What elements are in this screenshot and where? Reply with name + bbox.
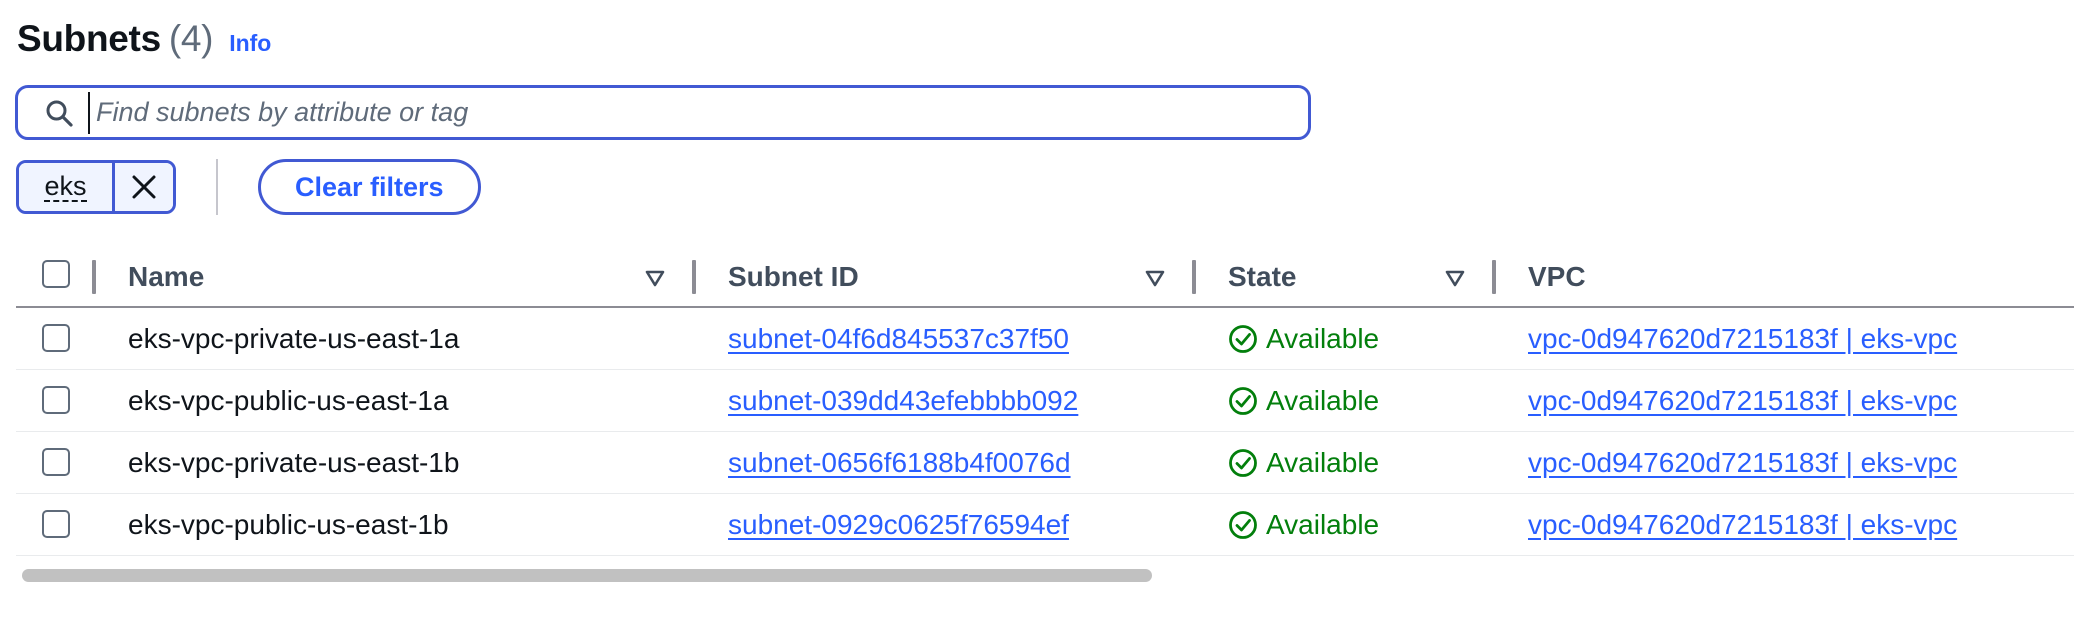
column-header-label: Subnet ID (728, 261, 859, 292)
clear-filters-button[interactable]: Clear filters (258, 159, 481, 215)
column-resizer[interactable] (1192, 260, 1196, 294)
status-text: Available (1266, 322, 1380, 354)
subnets-page: Subnets(4) Info eks Clear fil (0, 0, 2074, 620)
filter-token-group: eks Clear filters (16, 159, 481, 215)
caret-down-filled-icon[interactable] (1444, 267, 1466, 289)
vpc-link[interactable]: vpc-0d947620d7215183f | eks-vpc (1528, 447, 1957, 479)
caret-down-filled-icon[interactable] (1144, 267, 1166, 289)
row-select-checkbox[interactable] (42, 448, 70, 476)
row-select-checkbox[interactable] (42, 324, 70, 352)
filter-token-text: eks (44, 171, 87, 202)
column-header-state[interactable]: State (1228, 248, 1296, 306)
status-badge: Available (1228, 509, 1379, 541)
status-text: Available (1266, 508, 1380, 540)
subnet-id-link[interactable]: subnet-04f6d845537c37f50 (728, 323, 1069, 355)
column-header-vpc[interactable]: VPC (1528, 248, 1586, 306)
status-badge: Available (1228, 385, 1379, 417)
column-resizer[interactable] (692, 260, 696, 294)
status-text: Available (1266, 384, 1380, 416)
table-row[interactable]: eks-vpc-public-us-east-1b subnet-0929c06… (16, 494, 2074, 556)
row-select-checkbox[interactable] (42, 510, 70, 538)
status-positive-icon (1229, 510, 1257, 539)
search-icon (42, 96, 76, 130)
column-header-label: VPC (1528, 261, 1586, 292)
filter-token-eks: eks (16, 160, 176, 214)
remove-filter-button[interactable] (115, 163, 173, 211)
column-header-label: Name (128, 261, 205, 292)
column-resizer[interactable] (1492, 260, 1496, 294)
status-badge: Available (1228, 323, 1379, 355)
status-positive-icon (1229, 386, 1257, 415)
subnet-id-link[interactable]: subnet-0656f6188b4f0076d (728, 447, 1071, 479)
subnets-table: Name Subnet ID State VPC eks-vpc-private… (16, 248, 2074, 556)
column-resizer[interactable] (92, 260, 96, 294)
row-select-checkbox[interactable] (42, 386, 70, 414)
search-bar[interactable] (15, 85, 1311, 140)
horizontal-scrollbar[interactable] (18, 566, 2074, 584)
filter-divider (216, 159, 218, 215)
table-header: Name Subnet ID State VPC (16, 248, 2074, 308)
select-all-checkbox[interactable] (42, 260, 70, 288)
page-footer-spacer (0, 590, 2074, 620)
vpc-link[interactable]: vpc-0d947620d7215183f | eks-vpc (1528, 385, 1957, 417)
page-title: Subnets (4) (17, 18, 213, 60)
subnet-name: eks-vpc-private-us-east-1b (128, 446, 460, 478)
close-icon (132, 175, 156, 199)
subnet-id-link[interactable]: subnet-0929c0625f76594ef (728, 509, 1069, 541)
filter-token-label[interactable]: eks (19, 163, 115, 211)
table-row[interactable]: eks-vpc-private-us-east-1a subnet-04f6d8… (16, 308, 2074, 370)
status-text: Available (1266, 446, 1380, 478)
subnet-name: eks-vpc-public-us-east-1a (128, 384, 449, 416)
column-header-label: State (1228, 261, 1297, 292)
status-positive-icon (1229, 448, 1257, 477)
table-row[interactable]: eks-vpc-public-us-east-1a subnet-039dd43… (16, 370, 2074, 432)
caret-down-filled-icon[interactable] (644, 267, 666, 289)
vpc-link[interactable]: vpc-0d947620d7215183f | eks-vpc (1528, 509, 1957, 541)
column-header-subnet-id[interactable]: Subnet ID (728, 248, 859, 306)
page-header: Subnets (4) Info (17, 18, 271, 60)
subnet-name: eks-vpc-public-us-east-1b (128, 508, 449, 540)
resource-count: (4) (168, 18, 214, 59)
search-input[interactable] (88, 91, 1308, 134)
scrollbar-thumb[interactable] (22, 569, 1152, 582)
subnet-name: eks-vpc-private-us-east-1a (128, 322, 460, 354)
table-row[interactable]: eks-vpc-private-us-east-1b subnet-0656f6… (16, 432, 2074, 494)
status-badge: Available (1228, 447, 1379, 479)
vpc-link[interactable]: vpc-0d947620d7215183f | eks-vpc (1528, 323, 1957, 355)
info-link[interactable]: Info (229, 30, 271, 57)
column-header-name[interactable]: Name (128, 248, 204, 306)
page-title-text: Subnets (17, 18, 161, 59)
subnet-id-link[interactable]: subnet-039dd43efebbbb092 (728, 385, 1078, 417)
status-positive-icon (1229, 324, 1257, 353)
